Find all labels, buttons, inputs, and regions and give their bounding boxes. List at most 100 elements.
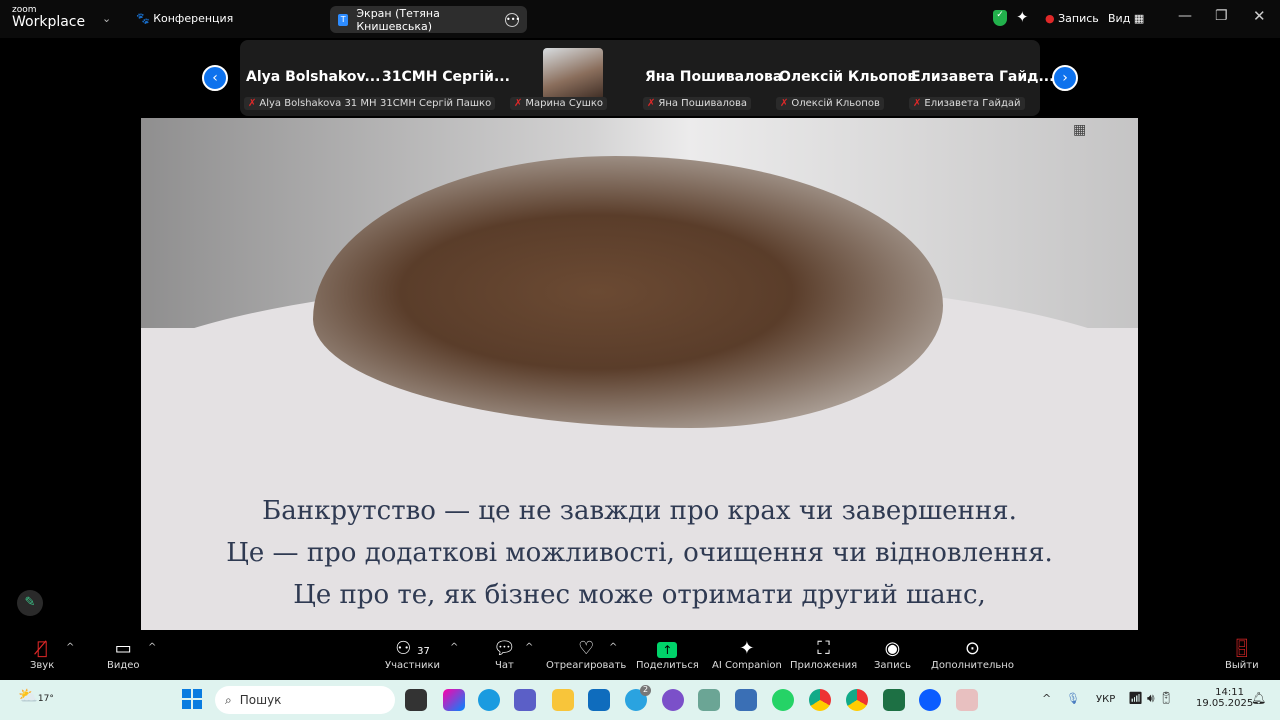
task-view-icon[interactable] <box>405 689 427 711</box>
mic-muted-icon: ✗ <box>248 98 257 109</box>
grid-icon[interactable]: ▦ <box>1073 122 1086 138</box>
apps-button[interactable]: ⛶ Приложения <box>790 638 857 671</box>
audio-options-caret[interactable]: ^ <box>66 642 74 653</box>
snipping-tool-icon[interactable] <box>956 689 978 711</box>
record-button[interactable]: ◉ Запись <box>874 638 911 671</box>
windows-start-icon[interactable] <box>182 689 202 709</box>
shared-screen: ▦ Банкрутство — це не завжди про крах чи… <box>141 118 1138 630</box>
chevron-down-icon[interactable]: ⌄ <box>102 12 111 25</box>
ai-sparkle-icon[interactable]: ✦ <box>1016 8 1029 26</box>
participant-label: 31CMH Сергій Пашко <box>376 97 496 110</box>
mic-muted-icon: ✗ <box>514 98 523 109</box>
language-indicator[interactable]: УКР <box>1096 694 1115 705</box>
participant-name[interactable]: 31CMH Сергій... <box>382 69 510 85</box>
participant-name[interactable]: Олексій Кльопов <box>779 69 916 85</box>
meeting-icon: 🐾 <box>136 12 150 25</box>
participant-label: ✗ Марина Сушко <box>510 97 608 110</box>
leave-icon: 🚪︎ <box>1230 638 1254 659</box>
weather-widget[interactable]: ⛅17° <box>18 686 54 705</box>
ai-sparkle-icon: ✦ <box>739 638 755 659</box>
restore-icon[interactable]: ❐ <box>1215 8 1228 24</box>
excel-icon[interactable] <box>883 689 905 711</box>
next-participants-button[interactable]: › <box>1052 65 1078 91</box>
record-label: Запись <box>1058 12 1099 25</box>
grid-icon: ▦ <box>1133 12 1145 25</box>
viber-icon[interactable] <box>662 689 684 711</box>
participant-label: ✗ Яна Пошивалова <box>643 97 752 110</box>
record-dot-icon: ● <box>1045 12 1055 25</box>
meeting-menu[interactable]: 🐾 Конференция <box>136 12 233 25</box>
participant-label: ✗ Елизавета Гайдай <box>909 97 1025 110</box>
react-options-caret[interactable]: ^ <box>609 642 617 653</box>
more-button[interactable]: ⊙ Дополнительно <box>931 638 1014 671</box>
participants-button[interactable]: ⚇ 37 Участники <box>385 638 440 671</box>
copilot-icon[interactable] <box>443 689 465 711</box>
share-button[interactable]: ↑ Поделиться <box>636 638 699 671</box>
telegram-icon[interactable]: 2 <box>625 685 651 711</box>
outlook-icon[interactable] <box>588 689 610 711</box>
notification-bell-icon[interactable]: 🔔︎ <box>1251 691 1266 705</box>
chrome-icon[interactable] <box>809 689 831 711</box>
chat-button[interactable]: 💬︎ Чат <box>493 638 516 671</box>
zoom-logo: zoom Workplace <box>12 6 86 30</box>
leave-button[interactable]: 🚪︎ Выйти <box>1225 638 1259 671</box>
share-title: Экран (Тетяна Книшевська) <box>356 6 440 33</box>
chat-icon: 💬︎ <box>493 638 516 659</box>
teams-icon[interactable] <box>514 689 536 711</box>
network-volume-battery-icons[interactable]: 📶︎ 🔊︎ 🔋︎ <box>1128 691 1174 706</box>
security-shield-icon[interactable]: ✓ <box>993 10 1007 26</box>
participants-options-caret[interactable]: ^ <box>450 642 458 653</box>
record-icon: ◉ <box>884 638 901 659</box>
mic-muted-icon: 🎙̸ <box>36 638 48 659</box>
participant-label: ✗ Олексій Кльопов <box>776 97 884 110</box>
mic-location-icon[interactable]: 🎙︎ <box>1066 692 1080 705</box>
zoom-icon[interactable] <box>919 689 941 711</box>
meeting-label: Конференция <box>153 12 234 25</box>
apps-icon: ⛶ <box>817 638 830 659</box>
mic-muted-icon: ✗ <box>647 98 656 109</box>
close-icon[interactable]: ✕ <box>1253 7 1266 25</box>
remote-desktop-icon[interactable] <box>735 689 757 711</box>
sharer-badge: T <box>338 13 349 26</box>
meeting-toolbar: 🎙̸ Звук ^ ▭ Видео ^ ⚇ 37 Участники ^ 💬︎ Чат … <box>0 630 1280 680</box>
participant-name[interactable]: Елизавета Гайд... <box>911 69 1054 85</box>
logo-big: Workplace <box>12 14 86 30</box>
weather-icon: ⛅ <box>18 686 38 705</box>
chrome-icon[interactable] <box>846 689 868 711</box>
record-indicator[interactable]: ● Запись <box>1045 12 1099 25</box>
ai-companion-button[interactable]: ✦ AI Companion <box>712 638 782 671</box>
tray-overflow-icon[interactable]: ^ <box>1042 692 1051 705</box>
annotate-pencil-icon[interactable]: ✎ <box>17 590 43 616</box>
camera-icon: ▭ <box>114 638 132 659</box>
participant-name[interactable]: Alya Bolshakov... <box>246 69 380 85</box>
video-button[interactable]: ▭ Видео <box>107 638 140 671</box>
view-label: Вид <box>1108 12 1131 25</box>
edge-icon[interactable] <box>478 689 500 711</box>
participant-video-marina[interactable] <box>543 48 603 100</box>
view-button[interactable]: Вид ▦ <box>1108 12 1144 25</box>
chat-options-caret[interactable]: ^ <box>525 642 533 653</box>
screen-share-pill[interactable]: T Экран (Тетяна Книшевська) ••• <box>330 6 527 33</box>
more-icon: ⊙ <box>964 638 981 659</box>
participant-label: ✗ Alya Bolshakova 31 MH <box>244 97 381 110</box>
minimize-icon[interactable]: — <box>1178 8 1192 24</box>
participants-icon: ⚇ 37 <box>395 638 430 659</box>
clock[interactable]: 14:11 19.05.2025 <box>1196 687 1253 709</box>
file-explorer-icon[interactable] <box>552 689 574 711</box>
participant-name[interactable]: Яна Пошивалова <box>645 69 782 85</box>
prev-participants-button[interactable]: ‹ <box>202 65 228 91</box>
slide-text: Банкрутство — це не завжди про крах чи з… <box>141 490 1138 616</box>
slide-line: Банкрутство — це не завжди про крах чи з… <box>262 496 1017 526</box>
mic-muted-icon: ✗ <box>913 98 922 109</box>
more-icon[interactable]: ••• <box>505 12 520 27</box>
audio-button[interactable]: 🎙̸ Звук <box>30 638 54 671</box>
chatgpt-icon[interactable] <box>698 689 720 711</box>
slide-line: Це про те, як бізнес може отримати други… <box>293 580 986 610</box>
slide-line: Це — про додаткові можливості, очищення … <box>226 538 1053 568</box>
taskbar-search[interactable]: ⌕ Пошук <box>215 686 395 714</box>
search-icon: ⌕ <box>225 692 232 707</box>
video-options-caret[interactable]: ^ <box>148 642 156 653</box>
mic-muted-icon: ✗ <box>780 98 789 109</box>
share-arrow-icon: ↑ <box>657 642 678 658</box>
whatsapp-icon[interactable] <box>772 689 794 711</box>
